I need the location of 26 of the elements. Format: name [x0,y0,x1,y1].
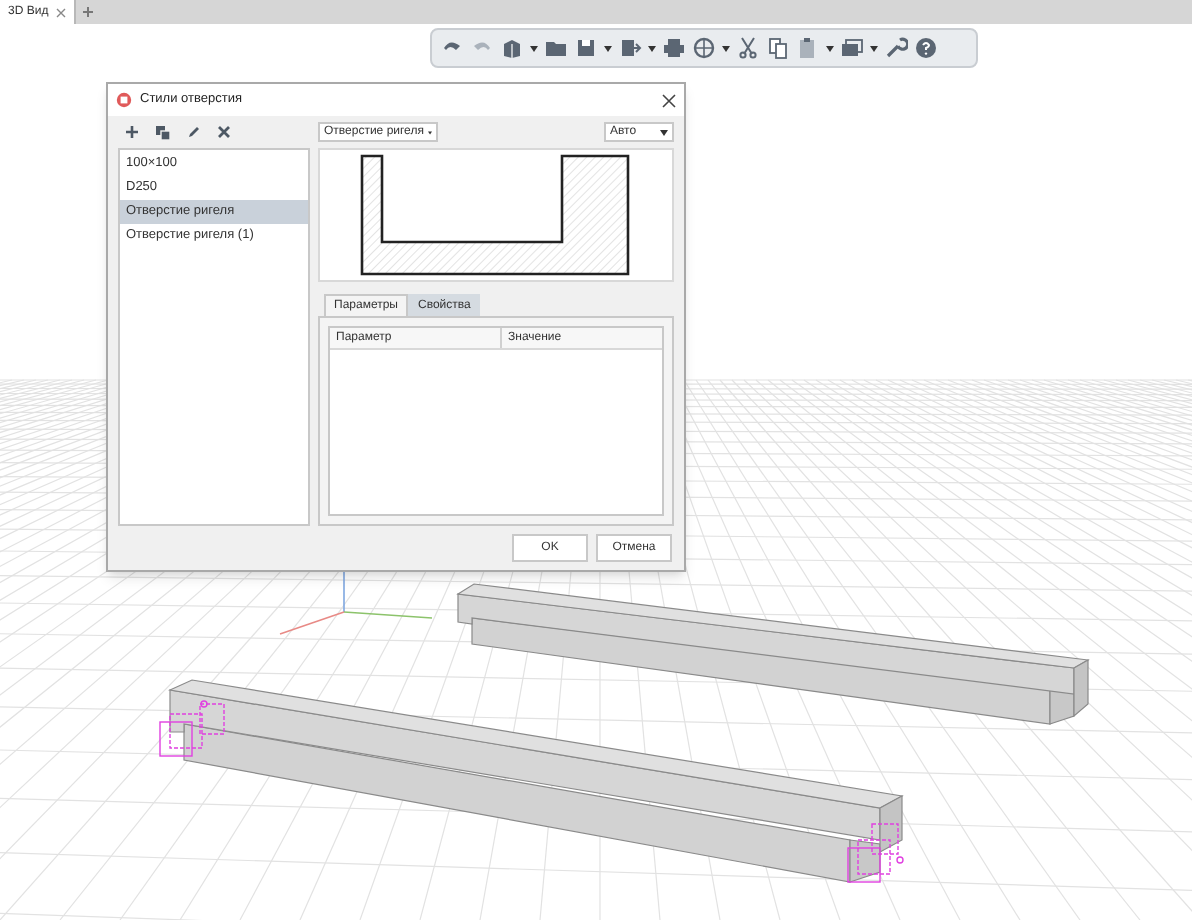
close-icon[interactable] [662,93,676,107]
caret-icon[interactable] [530,45,538,51]
scissors-icon[interactable] [736,36,760,60]
wrench-icon[interactable] [884,36,908,60]
caret-icon[interactable] [648,45,656,51]
caret-icon[interactable] [826,45,834,51]
caret-icon[interactable] [722,45,730,51]
caret-icon [660,129,668,135]
layers-icon[interactable] [840,36,864,60]
pencil-icon[interactable] [188,126,200,138]
save-icon[interactable] [574,36,598,60]
delete-icon[interactable] [218,126,230,138]
export-icon[interactable] [618,36,642,60]
add-tab-icon[interactable] [82,6,95,18]
caret-icon[interactable] [870,45,878,51]
app-icon [116,92,132,108]
duplicate-icon[interactable] [156,125,170,139]
copy-icon[interactable] [766,36,790,60]
opening-marker-drawing [847,823,904,883]
opening-marker-drawing [159,700,225,757]
add-icon[interactable] [126,126,138,138]
cube-icon[interactable] [500,36,524,60]
caret-icon[interactable] [604,45,612,51]
folder-icon[interactable] [544,36,568,60]
help-icon[interactable] [914,36,938,60]
paste-icon[interactable] [796,36,820,60]
